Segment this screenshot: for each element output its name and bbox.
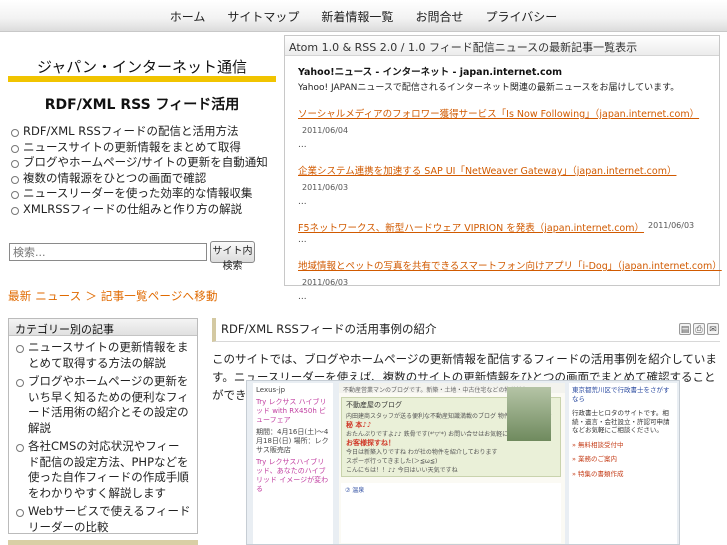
feature-item: ニュースリーダーを使った効率的な情報収集 xyxy=(10,186,280,202)
screenshot-left-column: Lexus-jp Try レクサス ハイブリッド with RX450h ビュー… xyxy=(253,383,333,544)
screenshot-lower-area: ⑦ 温泉 xyxy=(341,483,561,543)
email-icon[interactable]: ✉ xyxy=(707,323,719,335)
category-box-title: カテゴリー別の記事 xyxy=(9,319,197,336)
category-box: カテゴリー別の記事 ニュースサイトの更新情報をまとめて取得する方法の解説 ブログ… xyxy=(8,318,198,534)
top-navigation: ホーム サイトマップ 新着情報一覧 お問合せ プライバシー xyxy=(0,0,727,32)
pdf-icon[interactable]: ▤ xyxy=(679,323,691,335)
screenshot-text: 今日は新築入りですね わが社の物件を紹介しております xyxy=(346,449,498,456)
category-link[interactable]: ニュースサイトの更新情報をまとめて取得する方法の解説 xyxy=(15,340,191,371)
feed-item-date: 2011/06/03 xyxy=(302,278,349,287)
screenshot-text: 期間：4月16日(土)〜4月18日(日) 場所：レクサス販売店 xyxy=(256,428,329,454)
category-link[interactable]: 各社CMSの対応状況やフィード配信の設定方法、PHPなどを使った自作フィードの作… xyxy=(15,439,191,501)
screenshot-text: Try レクサスハイブリッド、あなたのハイブリッド イメージが変わる xyxy=(256,458,329,493)
post-screenshot-image: Lexus-jp Try レクサス ハイブリッド with RX450h ビュー… xyxy=(246,380,680,545)
feature-item: ニュースサイトの更新情報をまとめて取得 xyxy=(10,140,280,156)
screenshot-text: 行政書士ヒロタのサイトです。相続・遺言・会社設立・許認可申請などお気軽にご相談く… xyxy=(572,409,670,434)
feed-item: 地域情報とペットの写真を共有できるスマートフォン向けアプリ「i-Dog」（jap… xyxy=(285,254,722,302)
nav-item-privacy[interactable]: プライバシー xyxy=(485,8,557,25)
feed-item-date: 2011/06/03 xyxy=(302,183,349,192)
feature-item: XMLRSSフィードの仕組みと作り方の解説 xyxy=(10,202,280,218)
feed-item-excerpt: ... xyxy=(298,235,307,245)
feature-list: RDF/XML RSSフィードの配信と活用方法 ニュースサイトの更新情報をまとめ… xyxy=(10,124,280,217)
screenshot-text: Try レクサス ハイブリッド with RX450h ビューフェア xyxy=(256,398,327,424)
feed-item-date: 2011/06/03 xyxy=(648,221,695,230)
feed-item-excerpt: ... xyxy=(298,140,307,150)
nav-item-sitemap[interactable]: サイトマップ xyxy=(227,8,299,25)
screenshot-text: » 業務のご案内 xyxy=(572,455,618,463)
screenshot-center-column: 不動産営業マンのブログです。新築・土地・中古住宅などの物件情報 不動産屋のブログ… xyxy=(339,383,565,544)
screenshot-text: Lexus-jp xyxy=(256,386,286,394)
feed-item: F5ネットワークス、新型ハードウェア VIPRION を発表（japan.int… xyxy=(285,216,719,245)
feed-item-excerpt: ... xyxy=(298,292,307,302)
feature-item: ブログやホームページ/サイトの更新を自動通知 xyxy=(10,155,280,171)
feed-source-description: Yahoo! JAPANニュースで配信されるインターネット関連の最新ニュースをお… xyxy=(298,83,680,93)
feed-item-link[interactable]: 企業システム連携を加速する SAP UI「NetWeaver Gateway」（… xyxy=(298,166,676,177)
nav-item-news[interactable]: 新着情報一覧 xyxy=(321,8,393,25)
feature-item: 複数の情報源をひとつの画面で確認 xyxy=(10,171,280,187)
category-link[interactable]: Webサービスで使えるフィードリーダーの比較 xyxy=(15,504,191,535)
sidebar-bottom-strip xyxy=(8,540,198,545)
feed-item: 企業システム連携を加速する SAP UI「NetWeaver Gateway」（… xyxy=(285,159,719,207)
site-title[interactable]: ジャパン・インターネット通信 xyxy=(8,56,276,77)
feed-item-link[interactable]: ソーシャルメディアのフォロワー獲得サービス「Is Now Following」（… xyxy=(298,109,699,120)
feed-panel: Atom 1.0 & RSS 2.0 / 1.0 フィード配信ニュースの最新記事… xyxy=(284,35,722,302)
feed-source-title[interactable]: Yahoo!ニュース - インターネット - japan.internet.co… xyxy=(298,64,719,78)
feed-item-excerpt: ... xyxy=(298,197,307,207)
screenshot-text: » 特集の書類作成 xyxy=(572,469,624,478)
post-actions: ▤ ⎙ ✉ xyxy=(679,323,719,335)
search-button[interactable]: サイト内検索 xyxy=(210,241,255,272)
feed-item-date: 2011/06/04 xyxy=(302,126,349,135)
screenshot-text: ⑦ 温泉 xyxy=(345,487,365,494)
feed-panel-title: Atom 1.0 & RSS 2.0 / 1.0 フィード配信ニュースの最新記事… xyxy=(285,36,719,56)
title-divider xyxy=(8,76,276,82)
feed-item: ソーシャルメディアのフォロワー獲得サービス「Is Now Following」（… xyxy=(285,102,719,150)
print-icon[interactable]: ⎙ xyxy=(693,323,705,335)
screenshot-right-column: 東京都荒川区で行政書士をさがすなら 行政書士ヒロタのサイトです。相続・遺言・会社… xyxy=(569,383,677,544)
category-link[interactable]: ブログやホームページの更新をいち早く知るための便利なフィード活用術の紹介とその設… xyxy=(15,374,191,436)
feed-item-link[interactable]: F5ネットワークス、新型ハードウェア VIPRION を発表（japan.int… xyxy=(298,223,644,234)
nav-item-home[interactable]: ホーム xyxy=(170,8,206,25)
nav-item-contact[interactable]: お問合せ xyxy=(415,8,463,25)
news-list-link[interactable]: 最新 ニュース ＞ 記事一覧ページへ移動 xyxy=(8,288,218,304)
post-heading[interactable]: RDF/XML RSSフィードの活用事例の紹介 xyxy=(212,318,720,342)
site-subtitle: RDF/XML RSS フィード活用 xyxy=(44,97,240,113)
feed-item-link[interactable]: 地域情報とペットの写真を共有できるスマートフォン向けアプリ「i-Dog」（jap… xyxy=(298,261,722,272)
search-input[interactable] xyxy=(9,243,207,261)
screenshot-text: こんにちは！！♪♪ 今日はいい天気ですね xyxy=(346,467,458,474)
screenshot-text: スポーボ行ってきました(＞≦ω≦) xyxy=(346,458,438,465)
screenshot-text: » 無料相談受付中 xyxy=(572,440,624,449)
screenshot-photo xyxy=(507,387,551,441)
feature-item: RDF/XML RSSフィードの配信と活用方法 xyxy=(10,124,280,140)
screenshot-text: 東京都荒川区で行政書士をさがすなら xyxy=(572,386,670,403)
